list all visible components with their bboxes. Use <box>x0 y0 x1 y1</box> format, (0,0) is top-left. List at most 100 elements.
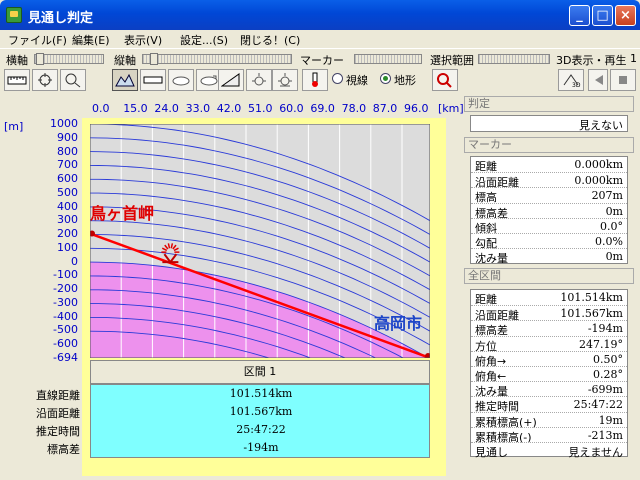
vertical-axis-slider-knob[interactable] <box>150 53 158 65</box>
marker-panel-row-value: 0.0% <box>595 235 623 248</box>
vertical-axis-slider[interactable] <box>142 54 292 64</box>
total-panel-row-value: 247.19° <box>579 337 623 351</box>
cloud-icon[interactable] <box>168 69 194 91</box>
x-tick-label: 24.0 <box>154 102 179 115</box>
zoom-view-icon[interactable] <box>60 69 86 91</box>
radio-terrain[interactable] <box>380 73 391 84</box>
total-panel-row-value: 見えません <box>568 446 623 459</box>
total-panel-row-value: -699m <box>587 383 623 397</box>
judgement-value: 見えない <box>579 119 623 132</box>
marker-panel-row: 標高 207m <box>471 187 627 204</box>
slope-icon[interactable] <box>218 69 244 91</box>
section-surface-distance: 101.567km <box>229 405 293 418</box>
close-button[interactable]: × <box>615 5 636 26</box>
menu-file[interactable]: ファイル(F) <box>8 32 67 48</box>
y-tick-label: 0 <box>71 254 78 268</box>
marker-label: マーカー <box>300 54 344 67</box>
total-panel-row-value: 0.28° <box>593 368 623 381</box>
y-tick-label: 700 <box>57 158 78 172</box>
y-tick-label: 300 <box>57 213 78 227</box>
view3d-icon[interactable]: 3D <box>558 69 584 91</box>
total-panel-row: 距離 101.514km <box>471 290 627 306</box>
judgement-header: 判定 <box>464 96 634 112</box>
marker-panel-row: 勾配 0.0% <box>471 233 627 250</box>
marker-panel-row-value: 0.000km <box>574 174 623 188</box>
marker-panel-row: 傾斜 0.0° <box>471 217 627 235</box>
menu-close[interactable]: 閉じる！(C) <box>240 32 300 48</box>
menu-view[interactable]: 表示(V) <box>124 32 162 48</box>
play-back-icon[interactable] <box>588 69 608 91</box>
selection-range-label: 選択範囲 <box>430 54 474 67</box>
total-panel-row: 俯角→ 0.50° <box>471 350 627 368</box>
terrain-profile-icon[interactable] <box>112 69 138 91</box>
sun-settings-icon[interactable] <box>272 69 298 91</box>
section-header[interactable]: 区間 1 <box>90 360 430 384</box>
y-tick-label: -100 <box>53 268 78 282</box>
total-panel: 距離 101.514km 沿面距離 101.567km 標高差 -194m 方位 247.19… <box>470 289 628 459</box>
y-tick-label: 1000 <box>50 117 78 130</box>
y-tick-label: -600 <box>53 337 78 351</box>
section-label-straight-distance: 直線距離 <box>36 389 80 402</box>
judgement-box: 見えない <box>470 115 628 132</box>
judgement-row: 見えない <box>471 116 627 132</box>
section-elevation-difference: -194m <box>243 441 279 454</box>
title-bar[interactable]: 見通し判定 _ □ × <box>0 0 640 30</box>
y-tick-label: -400 <box>53 309 78 323</box>
rotate-view-icon[interactable] <box>32 69 58 91</box>
section-values: 101.514km 101.567km 25:47:22 -194m <box>90 384 430 458</box>
total-panel-row-value: -213m <box>587 428 623 442</box>
y-tick-label: 600 <box>57 172 78 186</box>
marker-panel-header: マーカー <box>464 137 634 153</box>
x-tick-label: 42.0 <box>216 102 242 115</box>
end-place-label: 高岡市 <box>374 314 423 333</box>
radio-line-of-sight[interactable] <box>332 73 343 84</box>
view3d-label: 3D表示・再生 <box>556 54 627 67</box>
menu-settings[interactable]: 設定...(S) <box>180 32 228 48</box>
x-tick-label: 15.0 <box>123 102 148 115</box>
total-panel-row-label: 見通し <box>475 446 508 459</box>
total-panel-row: 見通し 見えません <box>471 442 627 459</box>
total-panel-row: 累積標高(-) -213m <box>471 426 627 444</box>
minimize-button[interactable]: _ <box>569 5 590 26</box>
y-tick-label: -694 <box>53 351 78 364</box>
menu-bar: ファイル(F) 編集(E) 表示(V) 設定...(S) 閉じる！(C) <box>0 30 640 48</box>
app-icon <box>6 7 22 23</box>
horizontal-axis-slider[interactable] <box>34 54 104 64</box>
y-tick-label: 900 <box>57 130 78 144</box>
play-stop-icon[interactable] <box>610 69 636 91</box>
total-panel-row-value: 101.567km <box>560 307 623 321</box>
marker-slider[interactable] <box>354 54 422 64</box>
sun-icon[interactable] <box>246 69 272 91</box>
y-tick-label: 500 <box>57 185 78 199</box>
marker-panel-row-label: 沈み量 <box>475 252 508 266</box>
marker-panel-row: 距離 0.000km <box>471 157 627 173</box>
y-tick-label: -300 <box>53 295 78 309</box>
ruler-icon[interactable] <box>4 69 30 91</box>
maximize-button[interactable]: □ <box>592 5 613 26</box>
horizontal-axis-slider-knob[interactable] <box>36 53 44 65</box>
y-tick-label: 100 <box>57 240 78 254</box>
selection-range-slider[interactable] <box>478 54 550 64</box>
total-panel-row: 標高差 -194m <box>471 320 627 337</box>
total-panel-row-value: 25:47:22 <box>573 398 623 412</box>
total-panel-row-value: 0.50° <box>593 352 623 366</box>
y-tick-label: 800 <box>57 144 78 158</box>
x-tick-label: 0.0 <box>92 102 110 115</box>
menu-edit[interactable]: 編集(E) <box>72 32 110 48</box>
section-label-estimated-time: 推定時間 <box>36 425 80 438</box>
marker-panel-row-value: 0m <box>605 250 623 264</box>
flat-ruler-icon[interactable] <box>140 69 166 91</box>
total-panel-row-value: -194m <box>587 322 623 336</box>
marker-panel-row-value: 207m <box>591 189 623 203</box>
status-bar <box>0 476 640 480</box>
view3d-value: 1 <box>630 52 637 65</box>
x-tick-label: 51.0 <box>248 102 273 115</box>
marker-thermometer-icon[interactable] <box>302 69 328 91</box>
marker-panel: 距離 0.000km 沿面距離 0.000km 標高 207m 標高差 0m 傾斜 0.0° 勾配 0… <box>470 156 628 266</box>
section-straight-distance: 101.514km <box>229 387 293 400</box>
x-tick-label: 69.0 <box>310 102 335 115</box>
total-panel-row-value: 101.514km <box>560 291 623 304</box>
selection-search-icon[interactable] <box>432 69 458 91</box>
marker-panel-row: 沈み量 0m <box>471 248 627 266</box>
x-tick-label: 60.0 <box>279 102 304 115</box>
